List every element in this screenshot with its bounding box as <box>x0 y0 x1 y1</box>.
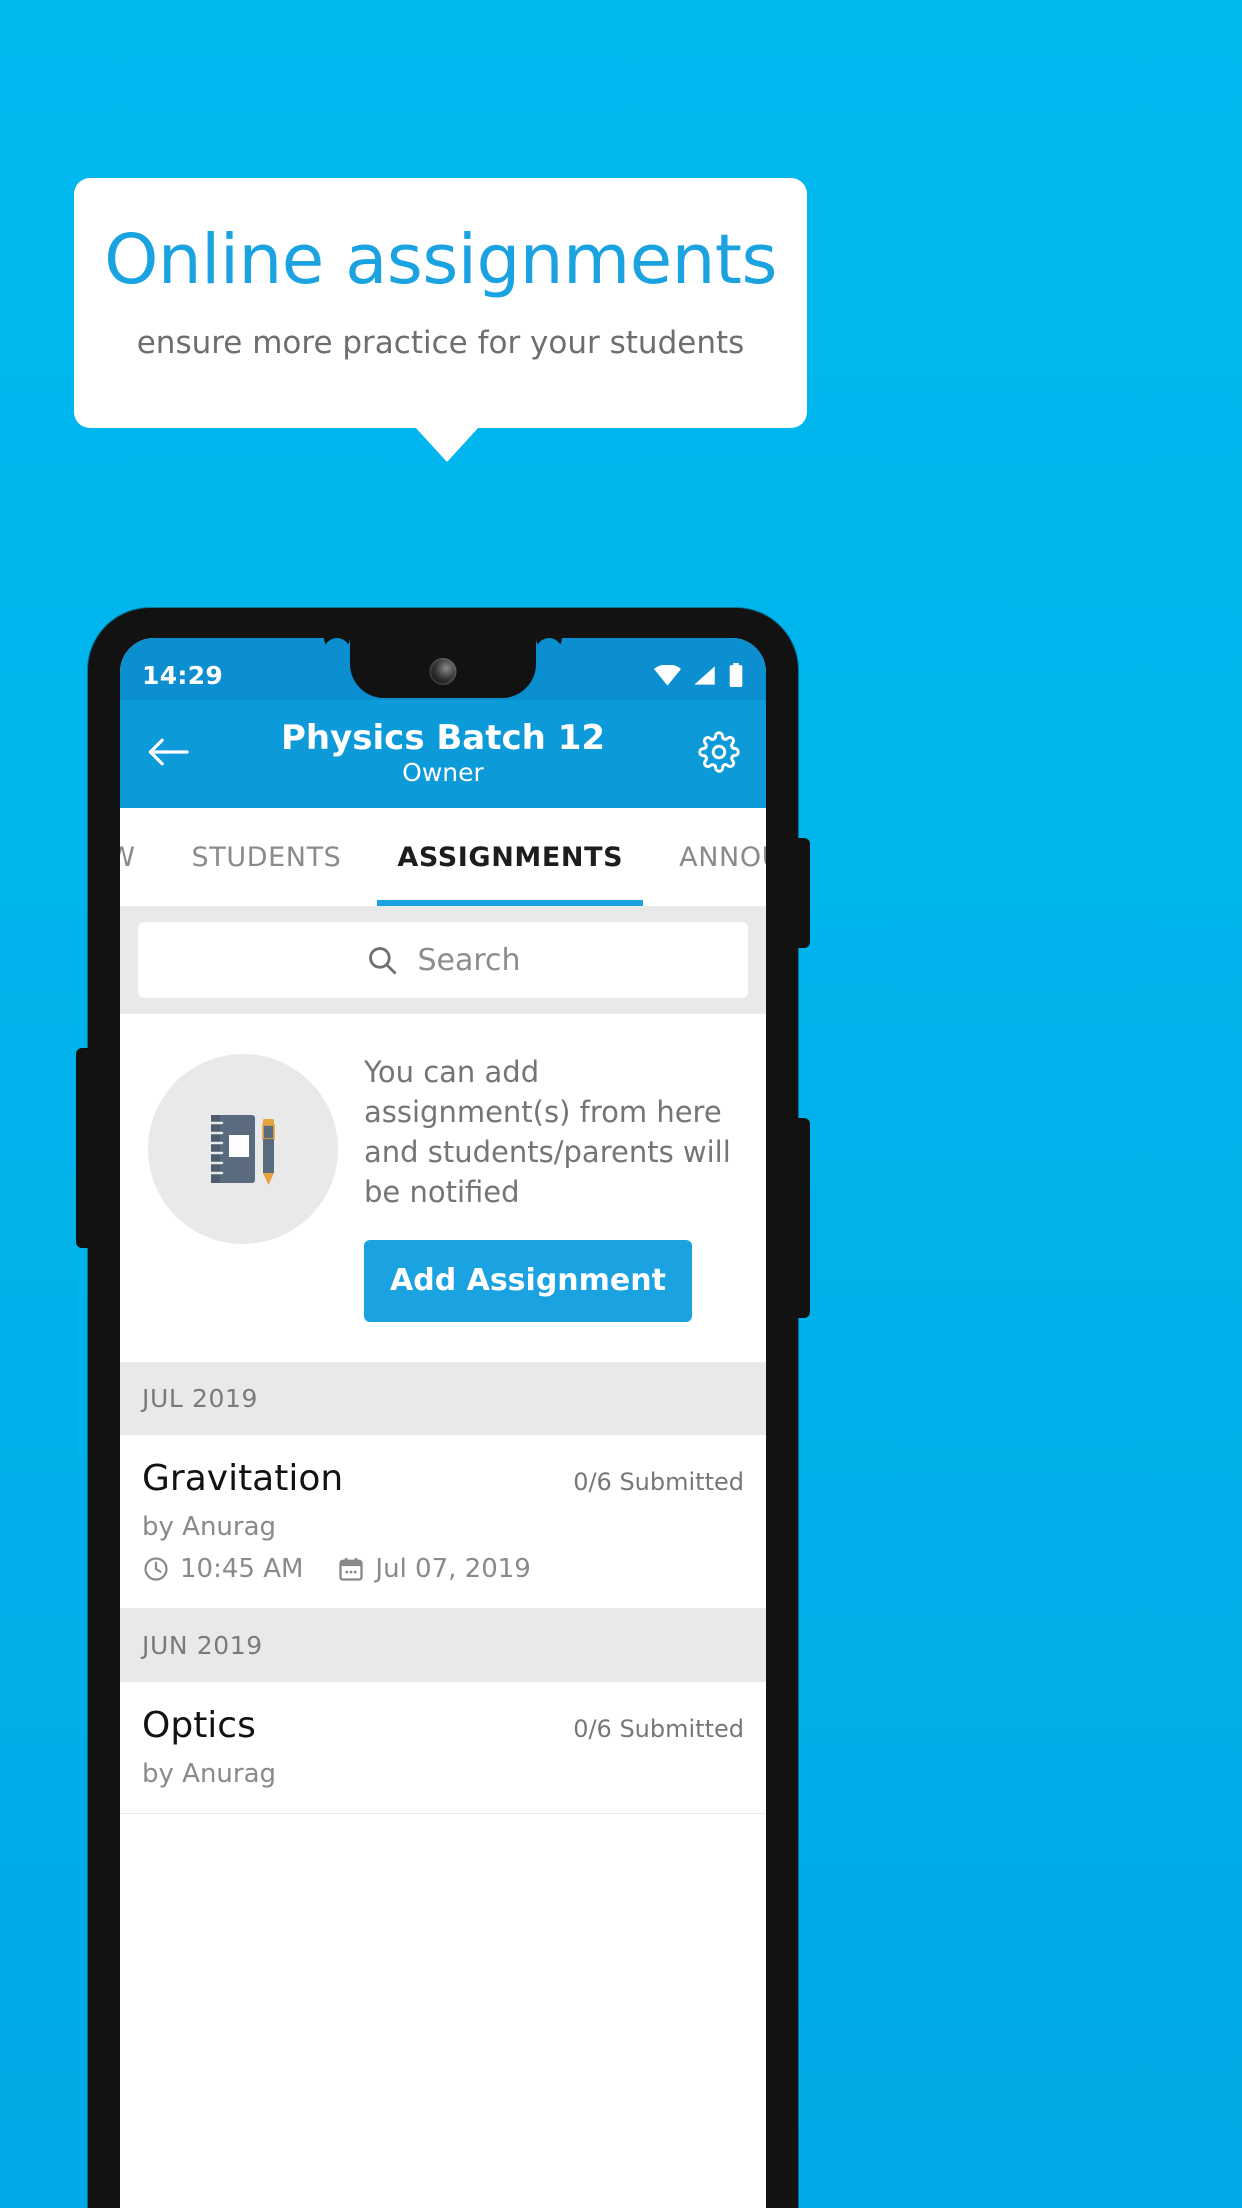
tab-bar: IEW STUDENTS ASSIGNMENTS ANNOUNCEM <box>120 808 766 906</box>
assignment-meta: 10:45 AM Jul 07, 2019 <box>142 1554 744 1584</box>
status-bar-clock: 14:29 <box>142 660 224 690</box>
assignment-row-header: Gravitation 0/6 Submitted <box>142 1457 744 1500</box>
phone-power-button <box>796 1118 810 1318</box>
clock-icon <box>142 1555 170 1583</box>
notebook-and-pen-icon <box>148 1054 338 1244</box>
wifi-icon <box>654 664 681 686</box>
assignment-title: Gravitation <box>142 1458 344 1500</box>
page-subtitle: Owner <box>402 758 484 788</box>
promo-title: Online assignments <box>104 220 777 300</box>
assignment-date: Jul 07, 2019 <box>375 1554 531 1585</box>
empty-state-content: You can add assignment(s) from here and … <box>364 1044 746 1323</box>
month-header-jul: JUL 2019 <box>120 1362 766 1436</box>
tab-students[interactable]: STUDENTS <box>164 808 370 906</box>
phone-screen: 14:29 Physics Batch 12 Owner W STUDENTS … <box>120 638 766 2208</box>
search-bar-container: Search <box>120 906 766 1014</box>
assignment-row[interactable]: Optics 0/6 Submitted by Anurag <box>120 1682 766 1815</box>
tab-assignments[interactable]: ASSIGNMENTS <box>369 808 651 906</box>
promo-speech-bubble: Online assignments ensure more practice … <box>74 178 807 428</box>
tab-announcements[interactable]: ANNOUNCEM <box>651 808 766 906</box>
status-bar-icons <box>654 651 744 687</box>
search-icon <box>365 943 399 977</box>
tab-overview[interactable]: IEW <box>120 808 164 906</box>
assignment-row[interactable]: Gravitation 0/6 Submitted by Anurag 10:4… <box>120 1435 766 1610</box>
phone-left-button <box>76 1048 90 1248</box>
app-bar: Physics Batch 12 Owner <box>120 700 766 808</box>
assignment-author: by Anurag <box>142 1512 277 1543</box>
calendar-icon <box>337 1555 365 1583</box>
signal-icon <box>692 665 717 686</box>
arrow-left-icon[interactable] <box>146 735 190 773</box>
battery-icon <box>728 663 744 687</box>
assignment-title: Optics <box>142 1705 256 1747</box>
empty-state-card: You can add assignment(s) from here and … <box>120 1014 766 1363</box>
search-input[interactable]: Search <box>138 922 748 998</box>
promo-screenshot: Online assignments ensure more practice … <box>0 0 1242 2208</box>
page-title: Physics Batch 12 <box>280 718 606 759</box>
app-bar-title-group: Physics Batch 12 Owner <box>120 719 766 788</box>
speech-bubble-tail-icon <box>415 427 479 462</box>
phone-volume-button <box>796 838 810 948</box>
assignment-submitted-count: 0/6 Submitted <box>573 1715 744 1744</box>
assignment-submitted-count: 0/6 Submitted <box>573 1468 744 1497</box>
month-header-jun: JUN 2019 <box>120 1609 766 1683</box>
assignment-row-header: Optics 0/6 Submitted <box>142 1704 744 1747</box>
empty-state-message: You can add assignment(s) from here and … <box>364 1055 731 1210</box>
search-placeholder: Search <box>417 942 521 978</box>
assignment-author: by Anurag <box>142 1759 277 1790</box>
phone-device-frame: 14:29 Physics Batch 12 Owner W STUDENTS … <box>76 608 810 2208</box>
gear-icon[interactable] <box>698 731 740 777</box>
front-camera-icon <box>429 658 457 685</box>
add-assignment-button[interactable]: Add Assignment <box>364 1240 692 1323</box>
promo-subtitle: ensure more practice for your students <box>136 325 745 361</box>
assignment-time: 10:45 AM <box>180 1554 304 1585</box>
